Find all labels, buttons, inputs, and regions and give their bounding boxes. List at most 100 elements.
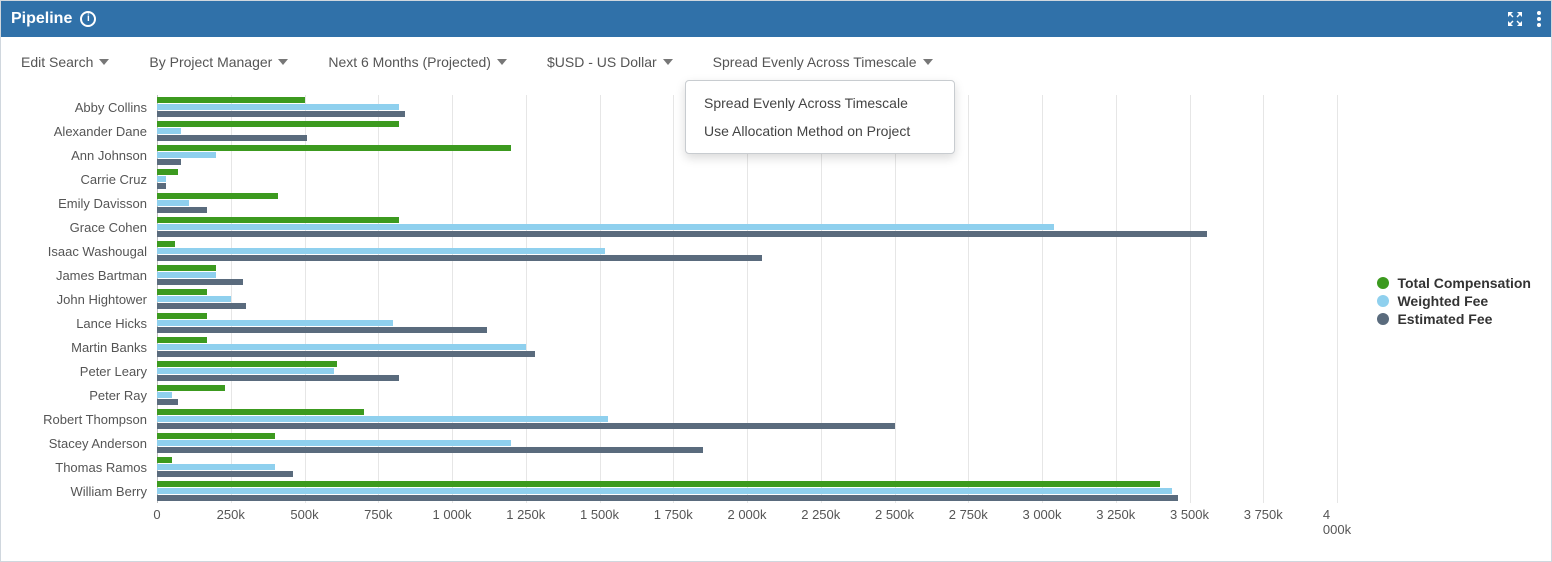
bar-total[interactable] xyxy=(157,193,278,199)
bar-estimated[interactable] xyxy=(157,183,166,189)
edit-search-dropdown[interactable]: Edit Search xyxy=(21,54,109,70)
bar-weighted[interactable] xyxy=(157,416,608,422)
expand-icon[interactable] xyxy=(1507,11,1523,27)
chart-row xyxy=(157,167,1337,191)
chart-row xyxy=(157,407,1337,431)
category-label: Grace Cohen xyxy=(1,215,157,239)
category-label: John Hightower xyxy=(1,287,157,311)
bar-estimated[interactable] xyxy=(157,351,535,357)
bar-total[interactable] xyxy=(157,433,275,439)
chart-row xyxy=(157,191,1337,215)
legend-weighted[interactable]: Weighted Fee xyxy=(1377,293,1531,309)
x-tick-label: 3 250k xyxy=(1096,507,1135,522)
x-tick-label: 1 250k xyxy=(506,507,545,522)
bar-weighted[interactable] xyxy=(157,320,393,326)
chart-row xyxy=(157,215,1337,239)
bar-estimated[interactable] xyxy=(157,111,405,117)
x-tick-label: 1 500k xyxy=(580,507,619,522)
x-tick-label: 2 250k xyxy=(801,507,840,522)
panel-header-right xyxy=(1507,11,1541,27)
bar-estimated[interactable] xyxy=(157,423,895,429)
group-by-dropdown[interactable]: By Project Manager xyxy=(149,54,288,70)
bar-total[interactable] xyxy=(157,169,178,175)
category-label: Stacey Anderson xyxy=(1,431,157,455)
x-tick-label: 1 000k xyxy=(432,507,471,522)
bar-estimated[interactable] xyxy=(157,375,399,381)
chart-row xyxy=(157,311,1337,335)
bar-total[interactable] xyxy=(157,337,207,343)
bar-total[interactable] xyxy=(157,241,175,247)
caret-down-icon xyxy=(497,59,507,65)
allocation-label: Spread Evenly Across Timescale xyxy=(713,54,917,70)
bar-weighted[interactable] xyxy=(157,200,189,206)
category-label: William Berry xyxy=(1,479,157,503)
bar-estimated[interactable] xyxy=(157,399,178,405)
x-axis: 0250k500k750k1 000k1 250k1 500k1 750k2 0… xyxy=(157,507,1337,531)
allocation-option-spread[interactable]: Spread Evenly Across Timescale xyxy=(686,89,954,117)
bar-estimated[interactable] xyxy=(157,231,1207,237)
bar-total[interactable] xyxy=(157,289,207,295)
category-label: Peter Leary xyxy=(1,359,157,383)
bar-total[interactable] xyxy=(157,409,364,415)
bar-total[interactable] xyxy=(157,97,305,103)
panel-title: Pipeline xyxy=(11,10,72,28)
bar-weighted[interactable] xyxy=(157,296,231,302)
bar-estimated[interactable] xyxy=(157,447,703,453)
pipeline-panel: Pipeline i Edit Search By Project Manage… xyxy=(0,0,1552,562)
category-label: Peter Ray xyxy=(1,383,157,407)
bar-estimated[interactable] xyxy=(157,471,293,477)
bar-weighted[interactable] xyxy=(157,128,181,134)
chart-row xyxy=(157,335,1337,359)
bar-weighted[interactable] xyxy=(157,272,216,278)
bar-total[interactable] xyxy=(157,145,511,151)
bar-weighted[interactable] xyxy=(157,152,216,158)
bar-estimated[interactable] xyxy=(157,495,1178,501)
bar-total[interactable] xyxy=(157,481,1160,487)
bar-weighted[interactable] xyxy=(157,344,526,350)
bar-total[interactable] xyxy=(157,385,225,391)
caret-down-icon xyxy=(99,59,109,65)
bar-estimated[interactable] xyxy=(157,135,307,141)
bar-estimated[interactable] xyxy=(157,207,207,213)
bar-weighted[interactable] xyxy=(157,392,172,398)
category-label: Abby Collins xyxy=(1,95,157,119)
legend-dot-total xyxy=(1377,277,1389,289)
chart-row xyxy=(157,263,1337,287)
bar-total[interactable] xyxy=(157,265,216,271)
bar-weighted[interactable] xyxy=(157,176,166,182)
bar-estimated[interactable] xyxy=(157,303,246,309)
bar-estimated[interactable] xyxy=(157,327,487,333)
bar-estimated[interactable] xyxy=(157,279,243,285)
chart-plot xyxy=(157,95,1337,503)
bar-total[interactable] xyxy=(157,361,337,367)
x-tick-label: 500k xyxy=(290,507,318,522)
x-tick-label: 2 500k xyxy=(875,507,914,522)
bar-weighted[interactable] xyxy=(157,488,1172,494)
bar-total[interactable] xyxy=(157,121,399,127)
more-menu-icon[interactable] xyxy=(1537,11,1541,27)
legend-total-label: Total Compensation xyxy=(1397,275,1531,291)
group-by-label: By Project Manager xyxy=(149,54,272,70)
allocation-option-method[interactable]: Use Allocation Method on Project xyxy=(686,117,954,145)
bar-weighted[interactable] xyxy=(157,464,275,470)
info-icon[interactable]: i xyxy=(80,11,96,27)
time-range-dropdown[interactable]: Next 6 Months (Projected) xyxy=(328,54,507,70)
allocation-dropdown-menu: Spread Evenly Across Timescale Use Alloc… xyxy=(685,80,955,154)
bar-weighted[interactable] xyxy=(157,368,334,374)
bar-total[interactable] xyxy=(157,457,172,463)
bar-total[interactable] xyxy=(157,217,399,223)
x-tick-label: 4 000k xyxy=(1323,507,1351,537)
chart-row xyxy=(157,383,1337,407)
legend-estimated[interactable]: Estimated Fee xyxy=(1377,311,1531,327)
bar-weighted[interactable] xyxy=(157,224,1054,230)
allocation-dropdown[interactable]: Spread Evenly Across Timescale xyxy=(713,54,933,70)
legend-total[interactable]: Total Compensation xyxy=(1377,275,1531,291)
bar-estimated[interactable] xyxy=(157,255,762,261)
bar-estimated[interactable] xyxy=(157,159,181,165)
bar-weighted[interactable] xyxy=(157,440,511,446)
bar-total[interactable] xyxy=(157,313,207,319)
bar-weighted[interactable] xyxy=(157,104,399,110)
x-tick-label: 750k xyxy=(364,507,392,522)
currency-dropdown[interactable]: $USD - US Dollar xyxy=(547,54,673,70)
bar-weighted[interactable] xyxy=(157,248,605,254)
